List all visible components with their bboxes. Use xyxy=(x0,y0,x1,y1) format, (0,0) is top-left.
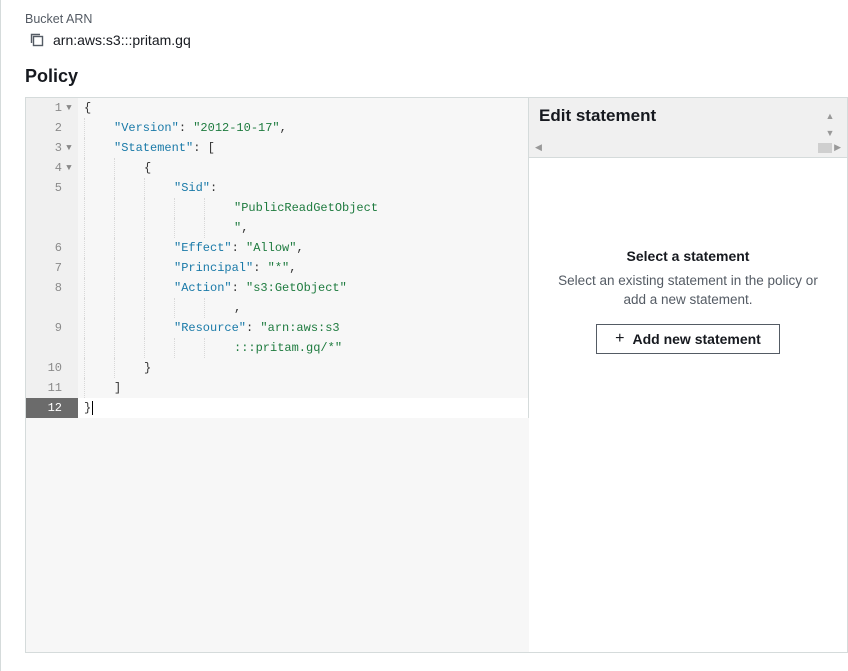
line-gutter[interactable]: 2 xyxy=(26,118,78,138)
line-gutter[interactable]: 9 xyxy=(26,318,78,338)
statement-panel-title: Edit statement xyxy=(539,106,823,126)
bucket-arn-row: arn:aws:s3:::pritam.gq xyxy=(25,32,848,48)
line-content[interactable]: { xyxy=(78,158,529,178)
line-gutter[interactable]: 11 xyxy=(26,378,78,398)
line-content[interactable]: "Resource": "arn:aws:s3 xyxy=(78,318,529,338)
line-content[interactable]: "Action": "s3:GetObject" xyxy=(78,278,529,298)
code-line[interactable]: 3▼"Statement": [ xyxy=(26,138,529,158)
line-gutter[interactable] xyxy=(26,338,78,358)
line-content[interactable]: "PublicReadGetObject xyxy=(78,198,529,218)
line-gutter[interactable]: 6 xyxy=(26,238,78,258)
code-line[interactable]: 11] xyxy=(26,378,529,398)
line-content[interactable]: ] xyxy=(78,378,529,398)
plus-icon: + xyxy=(615,331,624,347)
line-gutter[interactable]: 5 xyxy=(26,178,78,198)
code-line[interactable]: "PublicReadGetObject xyxy=(26,198,529,218)
line-content[interactable]: } xyxy=(78,358,529,378)
line-gutter[interactable] xyxy=(26,298,78,318)
scroll-down-icon[interactable]: ▼ xyxy=(823,128,837,138)
add-statement-label: Add new statement xyxy=(632,331,760,347)
line-content[interactable]: :::pritam.gq/*" xyxy=(78,338,529,358)
code-line[interactable]: ", xyxy=(26,218,529,238)
code-line[interactable]: 1▼{ xyxy=(26,98,529,118)
scroll-up-icon[interactable]: ▲ xyxy=(823,111,837,121)
code-line[interactable]: 2"Version": "2012-10-17", xyxy=(26,118,529,138)
line-gutter[interactable]: 12 xyxy=(26,398,78,418)
line-gutter[interactable]: 7 xyxy=(26,258,78,278)
select-statement-title: Select a statement xyxy=(627,248,750,264)
select-statement-desc: Select an existing statement in the poli… xyxy=(529,272,847,310)
line-content[interactable]: "Sid": xyxy=(78,178,529,198)
code-line[interactable]: 5"Sid": xyxy=(26,178,529,198)
code-line[interactable]: :::pritam.gq/*" xyxy=(26,338,529,358)
code-line[interactable]: 12} xyxy=(26,398,529,418)
bucket-arn-value: arn:aws:s3:::pritam.gq xyxy=(53,32,191,48)
line-content[interactable]: { xyxy=(78,98,529,118)
code-line[interactable]: 10} xyxy=(26,358,529,378)
code-line[interactable]: 9"Resource": "arn:aws:s3 xyxy=(26,318,529,338)
line-content[interactable]: } xyxy=(78,398,529,418)
scroll-left-icon[interactable]: ◀ xyxy=(535,142,542,153)
line-gutter[interactable] xyxy=(26,218,78,238)
line-gutter[interactable]: 8 xyxy=(26,278,78,298)
statement-panel-header: Edit statement ▲ ▼ ◀ ▶ xyxy=(529,98,847,158)
code-line[interactable]: 4▼{ xyxy=(26,158,529,178)
code-line[interactable]: 6"Effect": "Allow", xyxy=(26,238,529,258)
line-content[interactable]: ", xyxy=(78,218,529,238)
code-line[interactable]: 7"Principal": "*", xyxy=(26,258,529,278)
code-line[interactable]: , xyxy=(26,298,529,318)
line-gutter[interactable]: 3▼ xyxy=(26,138,78,158)
line-gutter[interactable]: 4▼ xyxy=(26,158,78,178)
horizontal-scrollbar[interactable] xyxy=(542,143,834,153)
line-content[interactable]: "Statement": [ xyxy=(78,138,529,158)
scroll-right-icon[interactable]: ▶ xyxy=(834,142,841,153)
line-content[interactable]: "Version": "2012-10-17", xyxy=(78,118,529,138)
line-gutter[interactable]: 10 xyxy=(26,358,78,378)
bucket-arn-label: Bucket ARN xyxy=(25,12,848,26)
line-gutter[interactable]: 1▼ xyxy=(26,98,78,118)
policy-editor: 1▼{2"Version": "2012-10-17",3▼"Statement… xyxy=(25,97,848,653)
code-line[interactable]: 8"Action": "s3:GetObject" xyxy=(26,278,529,298)
copy-icon[interactable] xyxy=(29,32,45,48)
code-panel[interactable]: 1▼{2"Version": "2012-10-17",3▼"Statement… xyxy=(26,98,529,652)
statement-panel: Edit statement ▲ ▼ ◀ ▶ Select a statemen… xyxy=(529,98,847,652)
line-content[interactable]: , xyxy=(78,298,529,318)
line-gutter[interactable] xyxy=(26,198,78,218)
line-content[interactable]: "Principal": "*", xyxy=(78,258,529,278)
policy-title: Policy xyxy=(25,66,848,87)
add-statement-button[interactable]: + Add new statement xyxy=(596,324,780,354)
line-content[interactable]: "Effect": "Allow", xyxy=(78,238,529,258)
